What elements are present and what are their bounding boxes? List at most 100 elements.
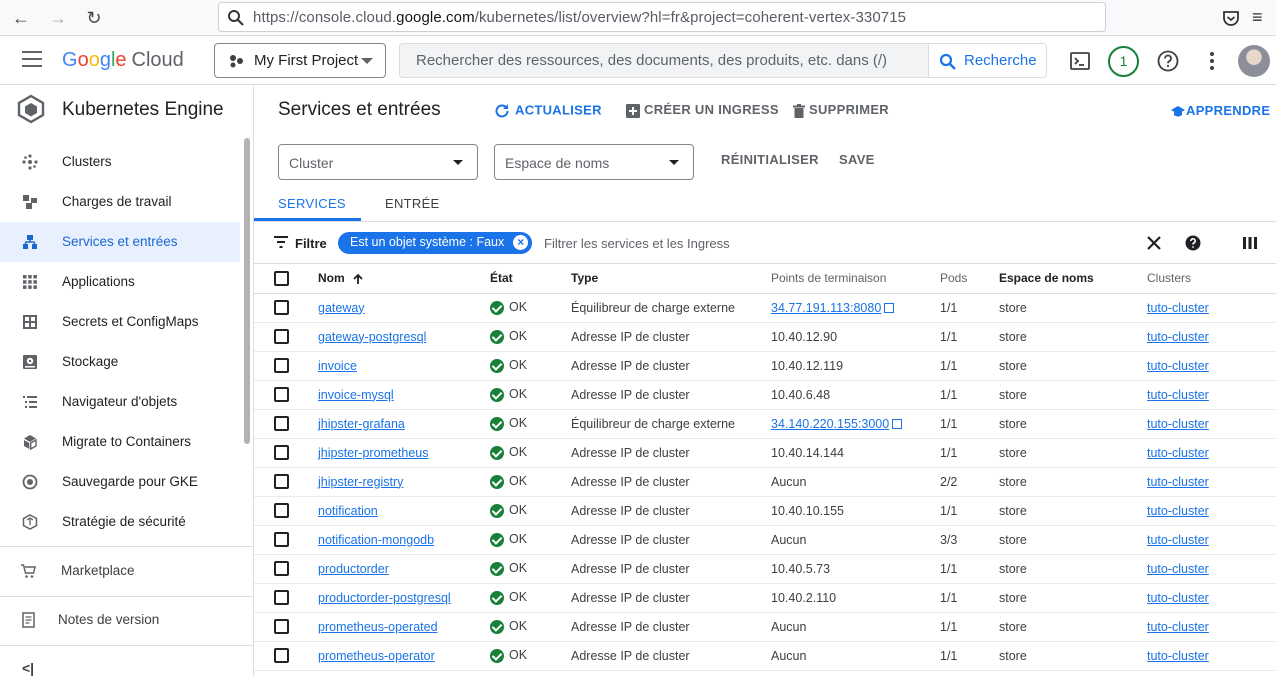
sidebar-item-clusters[interactable]: Clusters xyxy=(0,142,240,182)
menu-icon[interactable]: ≡ xyxy=(1252,7,1274,29)
table-row[interactable]: notification-mongodb OK Adresse IP de clus… xyxy=(254,525,1276,555)
column-header-name[interactable]: Nom xyxy=(318,264,490,294)
service-name-link[interactable]: jhipster-prometheus xyxy=(318,446,428,460)
column-header-type[interactable]: Type xyxy=(571,264,771,294)
service-name-link[interactable]: jhipster-grafana xyxy=(318,417,405,431)
service-name-link[interactable]: jhipster-registry xyxy=(318,475,403,489)
service-name-link[interactable]: gateway xyxy=(318,301,365,315)
service-name-link[interactable]: notification-mongodb xyxy=(318,533,434,547)
row-checkbox[interactable] xyxy=(274,387,289,403)
help-icon[interactable] xyxy=(1184,234,1202,252)
table-row[interactable]: productorder OK Adresse IP de cluster 10.40… xyxy=(254,554,1276,584)
sidebar-item-backup[interactable]: Sauvegarde pour GKE xyxy=(0,462,240,502)
table-row[interactable]: jhipster-prometheus OK Adresse IP de clust… xyxy=(254,438,1276,468)
cluster-link[interactable]: tuto-cluster xyxy=(1147,330,1209,344)
sidebar-item-release-notes[interactable]: Notes de version xyxy=(0,600,254,640)
service-name-link[interactable]: invoice-mysql xyxy=(318,388,394,402)
cluster-link[interactable]: tuto-cluster xyxy=(1147,504,1209,518)
search-input[interactable]: Rechercher des ressources, des documents… xyxy=(399,43,929,78)
row-checkbox[interactable] xyxy=(274,358,289,374)
column-header-clusters[interactable]: Clusters xyxy=(1147,264,1276,294)
service-name-link[interactable]: invoice xyxy=(318,359,357,373)
row-checkbox[interactable] xyxy=(274,561,289,577)
address-bar[interactable]: https://console.cloud.google.com/kuberne… xyxy=(218,2,1106,32)
column-header-namespace[interactable]: Espace de noms xyxy=(999,264,1147,294)
sidebar-item-marketplace[interactable]: Marketplace xyxy=(0,551,254,591)
row-checkbox[interactable] xyxy=(274,474,289,490)
column-header-pods[interactable]: Pods xyxy=(940,264,999,294)
sidebar-item-secrets[interactable]: Secrets et ConfigMaps xyxy=(0,302,240,342)
table-row[interactable]: prometheus-operator OK Adresse IP de clust… xyxy=(254,641,1276,671)
table-row[interactable]: invoice OK Adresse IP de cluster 10.40.12.1… xyxy=(254,351,1276,381)
sidebar-item-storage[interactable]: Stockage xyxy=(0,342,240,382)
more-vert-icon[interactable] xyxy=(1200,49,1224,73)
cluster-link[interactable]: tuto-cluster xyxy=(1147,562,1209,576)
row-checkbox[interactable] xyxy=(274,590,289,606)
notifications-badge[interactable]: 1 xyxy=(1108,46,1139,77)
table-row[interactable]: productorder-postgresql OK Adresse IP de c… xyxy=(254,583,1276,613)
filter-chip[interactable]: Est un objet système : Faux × xyxy=(338,232,533,254)
table-row[interactable]: prometheus-operated OK Adresse IP de clust… xyxy=(254,612,1276,642)
sidebar-item-services[interactable]: Services et entrées xyxy=(0,222,240,262)
column-header-endpoints[interactable]: Points de terminaison xyxy=(771,264,940,294)
table-row[interactable]: jhipster-registry OK Adresse IP de cluster… xyxy=(254,467,1276,497)
cluster-link[interactable]: tuto-cluster xyxy=(1147,620,1209,634)
cluster-link[interactable]: tuto-cluster xyxy=(1147,591,1209,605)
row-checkbox[interactable] xyxy=(274,300,289,316)
sidebar-scrollbar[interactable] xyxy=(244,138,250,444)
service-name-link[interactable]: gateway-postgresql xyxy=(318,330,426,344)
cluster-link[interactable]: tuto-cluster xyxy=(1147,359,1209,373)
cluster-link[interactable]: tuto-cluster xyxy=(1147,301,1209,315)
tab-services[interactable]: SERVICES xyxy=(278,196,346,211)
cloud-shell-icon[interactable] xyxy=(1068,49,1092,73)
namespace-select[interactable]: Espace de noms xyxy=(494,144,694,180)
search-button[interactable]: Recherche xyxy=(928,43,1047,78)
forward-icon[interactable]: → xyxy=(47,7,69,29)
sidebar-item-workloads[interactable]: Charges de travail xyxy=(0,182,240,222)
learn-button[interactable]: APPRENDRE xyxy=(1171,103,1270,118)
sidebar-item-migrate[interactable]: Migrate to Containers xyxy=(0,422,240,462)
table-row[interactable]: gateway-postgresql OK Adresse IP de cluste… xyxy=(254,322,1276,352)
table-row[interactable]: notification OK Adresse IP de cluster 10.40… xyxy=(254,496,1276,526)
row-checkbox[interactable] xyxy=(274,648,289,664)
cluster-select[interactable]: Cluster xyxy=(278,144,478,180)
filter-input[interactable]: Filtrer les services et les Ingress xyxy=(544,236,730,251)
column-header-status[interactable]: État xyxy=(490,264,571,294)
cluster-link[interactable]: tuto-cluster xyxy=(1147,446,1209,460)
reload-icon[interactable]: ↻ xyxy=(83,7,105,29)
clear-filter-icon[interactable] xyxy=(1145,234,1163,252)
tab-ingress[interactable]: ENTRÉE xyxy=(385,196,440,211)
row-checkbox[interactable] xyxy=(274,445,289,461)
table-row[interactable]: jhipster-grafana OK Équilibreur de charge … xyxy=(254,409,1276,439)
select-all-checkbox[interactable] xyxy=(274,270,289,286)
service-name-link[interactable]: productorder xyxy=(318,562,389,576)
endpoint-link[interactable]: 34.140.220.155:3000 xyxy=(771,417,889,431)
table-row[interactable]: invoice-mysql OK Adresse IP de cluster 10.4… xyxy=(254,380,1276,410)
row-checkbox[interactable] xyxy=(274,416,289,432)
create-ingress-button[interactable]: CRÉER UN INGRESS xyxy=(626,102,779,118)
refresh-button[interactable]: ACTUALISER xyxy=(493,102,602,120)
table-row[interactable]: gateway OK Équilibreur de charge externe 34… xyxy=(254,293,1276,323)
save-button[interactable]: SAVE xyxy=(839,152,875,167)
cluster-link[interactable]: tuto-cluster xyxy=(1147,388,1209,402)
pocket-icon[interactable] xyxy=(1220,7,1242,29)
cluster-link[interactable]: tuto-cluster xyxy=(1147,417,1209,431)
sidebar-item-applications[interactable]: Applications xyxy=(0,262,240,302)
help-icon[interactable] xyxy=(1156,49,1180,73)
sidebar-item-security[interactable]: Stratégie de sécurité xyxy=(0,502,240,542)
cluster-link[interactable]: tuto-cluster xyxy=(1147,475,1209,489)
row-checkbox[interactable] xyxy=(274,619,289,635)
service-name-link[interactable]: notification xyxy=(318,504,378,518)
column-display-icon[interactable] xyxy=(1241,234,1259,252)
google-cloud-logo[interactable]: Google Cloud xyxy=(62,49,184,72)
service-name-link[interactable]: productorder-postgresql xyxy=(318,591,451,605)
back-icon[interactable]: ← xyxy=(10,7,32,29)
row-checkbox[interactable] xyxy=(274,532,289,548)
reset-button[interactable]: RÉINITIALISER xyxy=(721,152,819,167)
service-name-link[interactable]: prometheus-operated xyxy=(318,620,438,634)
row-checkbox[interactable] xyxy=(274,329,289,345)
row-checkbox[interactable] xyxy=(274,503,289,519)
avatar[interactable] xyxy=(1238,45,1270,77)
service-name-link[interactable]: prometheus-operator xyxy=(318,649,435,663)
endpoint-link[interactable]: 34.77.191.113:8080 xyxy=(771,301,881,315)
